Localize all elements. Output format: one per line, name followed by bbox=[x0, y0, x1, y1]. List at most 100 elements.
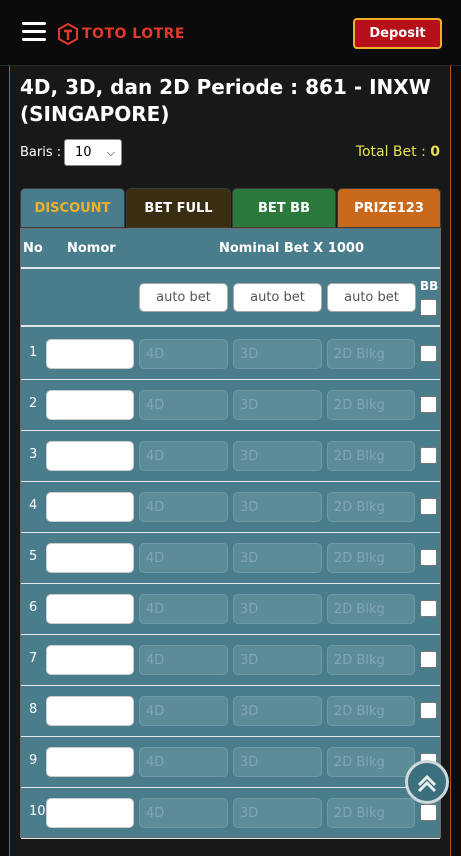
bet-2d-input[interactable]: 2D Blkg bbox=[327, 645, 415, 675]
bet-4d-input[interactable]: 4D bbox=[139, 339, 228, 369]
deposit-button[interactable]: Deposit bbox=[353, 18, 442, 49]
nomor-input[interactable] bbox=[46, 492, 134, 522]
bet-3d-input[interactable]: 3D bbox=[233, 339, 322, 369]
bet-2d-input[interactable]: 2D Blkg bbox=[327, 543, 415, 573]
bet-4d-input[interactable]: 4D bbox=[139, 441, 228, 471]
bb-checkbox[interactable] bbox=[420, 345, 437, 362]
row-number: 6 bbox=[29, 600, 38, 615]
bet-4d-input[interactable]: 4D bbox=[139, 543, 228, 573]
bet-4d-input[interactable]: 4D bbox=[139, 594, 228, 624]
row-number: 10 bbox=[29, 804, 46, 819]
logo[interactable]: TOTO LOTRE bbox=[58, 22, 185, 46]
row-number: 5 bbox=[29, 549, 38, 564]
bet-3d-input[interactable]: 3D bbox=[233, 747, 322, 777]
bet-3d-input[interactable]: 3D bbox=[233, 390, 322, 420]
bet-2d-input[interactable]: 2D Blkg bbox=[327, 594, 415, 624]
bet-4d-input[interactable]: 4D bbox=[139, 390, 228, 420]
col-no: No bbox=[23, 241, 43, 256]
bet-2d-input[interactable]: 2D Blkg bbox=[327, 696, 415, 726]
bb-checkbox[interactable] bbox=[420, 702, 437, 719]
nomor-input[interactable] bbox=[46, 798, 134, 828]
bet-4d-input[interactable]: 4D bbox=[139, 747, 228, 777]
row-number: 1 bbox=[29, 345, 38, 360]
tab-prize123[interactable]: PRIZE123 bbox=[337, 188, 441, 228]
scroll-top-button[interactable] bbox=[405, 760, 449, 804]
table-row: 7 4D 3D 2D Blkg bbox=[21, 635, 440, 686]
bet-4d-input[interactable]: 4D bbox=[139, 696, 228, 726]
nomor-input[interactable] bbox=[46, 543, 134, 573]
nomor-input[interactable] bbox=[46, 696, 134, 726]
bet-2d-input[interactable]: 2D Blkg bbox=[327, 339, 415, 369]
nomor-input[interactable] bbox=[46, 339, 134, 369]
bet-3d-input[interactable]: 3D bbox=[233, 543, 322, 573]
auto-bet-3d-input[interactable]: auto bet bbox=[233, 283, 322, 312]
bet-2d-input[interactable]: 2D Blkg bbox=[327, 441, 415, 471]
bet-tabs: DISCOUNT BET FULL BET BB PRIZE123 bbox=[20, 188, 441, 228]
table-header: No Nomor Nominal Bet X 1000 bbox=[21, 229, 440, 269]
logo-text: TOTO LOTRE bbox=[82, 26, 185, 42]
nomor-input[interactable] bbox=[46, 645, 134, 675]
table-row: 3 4D 3D 2D Blkg bbox=[21, 431, 440, 482]
auto-bet-row: auto bet auto bet auto bet BB bbox=[21, 269, 440, 327]
row-number: 3 bbox=[29, 447, 38, 462]
tab-discount[interactable]: DISCOUNT bbox=[20, 188, 125, 228]
bet-3d-input[interactable]: 3D bbox=[233, 645, 322, 675]
page-title: 4D, 3D, dan 2D Periode : 861 - INXW (SIN… bbox=[20, 75, 431, 126]
bet-3d-input[interactable]: 3D bbox=[233, 492, 322, 522]
baris-value: 10 bbox=[75, 145, 92, 160]
bet-2d-input[interactable]: 2D Blkg bbox=[327, 798, 415, 828]
chevron-down-icon: ⌵ bbox=[106, 146, 115, 159]
logo-icon bbox=[58, 23, 78, 45]
row-number: 4 bbox=[29, 498, 38, 513]
tab-bet-bb[interactable]: BET BB bbox=[232, 188, 336, 228]
bb-checkbox[interactable] bbox=[420, 498, 437, 515]
bet-2d-input[interactable]: 2D Blkg bbox=[327, 492, 415, 522]
bb-checkbox[interactable] bbox=[420, 447, 437, 464]
tab-bet-full[interactable]: BET FULL bbox=[126, 188, 231, 228]
scroll-top-icon bbox=[417, 774, 437, 793]
bet-3d-input[interactable]: 3D bbox=[233, 696, 322, 726]
bet-4d-input[interactable]: 4D bbox=[139, 645, 228, 675]
baris-label: Baris : bbox=[20, 145, 62, 160]
table-row: 8 4D 3D 2D Blkg bbox=[21, 686, 440, 737]
row-number: 9 bbox=[29, 753, 38, 768]
row-number: 8 bbox=[29, 702, 38, 717]
total-bet-label: Total Bet : bbox=[355, 144, 426, 160]
bb-checkbox[interactable] bbox=[420, 396, 437, 413]
table-row: 9 4D 3D 2D Blkg bbox=[21, 737, 440, 788]
bet-4d-input[interactable]: 4D bbox=[139, 492, 228, 522]
bet-4d-input[interactable]: 4D bbox=[139, 798, 228, 828]
bet-2d-input[interactable]: 2D Blkg bbox=[327, 390, 415, 420]
top-bar: TOTO LOTRE Deposit bbox=[0, 0, 461, 66]
menu-icon[interactable] bbox=[22, 22, 46, 42]
table-row: 4 4D 3D 2D Blkg bbox=[21, 482, 440, 533]
table-row: 2 4D 3D 2D Blkg bbox=[21, 380, 440, 431]
table-row: 5 4D 3D 2D Blkg bbox=[21, 533, 440, 584]
col-nomor: Nomor bbox=[67, 241, 116, 256]
bb-checkbox[interactable] bbox=[420, 804, 437, 821]
row-number: 7 bbox=[29, 651, 38, 666]
table-row: 10 4D 3D 2D Blkg bbox=[21, 788, 440, 839]
nomor-input[interactable] bbox=[46, 747, 134, 777]
table-row: 1 4D 3D 2D Blkg bbox=[21, 329, 440, 380]
nomor-input[interactable] bbox=[46, 594, 134, 624]
bb-checkbox[interactable] bbox=[420, 600, 437, 617]
bet-3d-input[interactable]: 3D bbox=[233, 798, 322, 828]
bb-all-checkbox[interactable] bbox=[420, 299, 437, 316]
nomor-input[interactable] bbox=[46, 390, 134, 420]
bet-3d-input[interactable]: 3D bbox=[233, 441, 322, 471]
total-bet: Total Bet : 0 bbox=[356, 144, 440, 160]
table-row: 6 4D 3D 2D Blkg bbox=[21, 584, 440, 635]
auto-bet-2d-input[interactable]: auto bet bbox=[327, 283, 416, 312]
baris-select[interactable]: 10 ⌵ bbox=[64, 139, 122, 166]
bet-2d-input[interactable]: 2D Blkg bbox=[327, 747, 415, 777]
auto-bet-4d-input[interactable]: auto bet bbox=[139, 283, 228, 312]
nomor-input[interactable] bbox=[46, 441, 134, 471]
bb-checkbox[interactable] bbox=[420, 549, 437, 566]
row-number: 2 bbox=[29, 396, 38, 411]
total-bet-value: 0 bbox=[430, 144, 440, 160]
bet-table: No Nomor Nominal Bet X 1000 auto bet aut… bbox=[20, 228, 441, 839]
col-nominal: Nominal Bet X 1000 bbox=[219, 241, 365, 256]
bet-3d-input[interactable]: 3D bbox=[233, 594, 322, 624]
bb-checkbox[interactable] bbox=[420, 651, 437, 668]
